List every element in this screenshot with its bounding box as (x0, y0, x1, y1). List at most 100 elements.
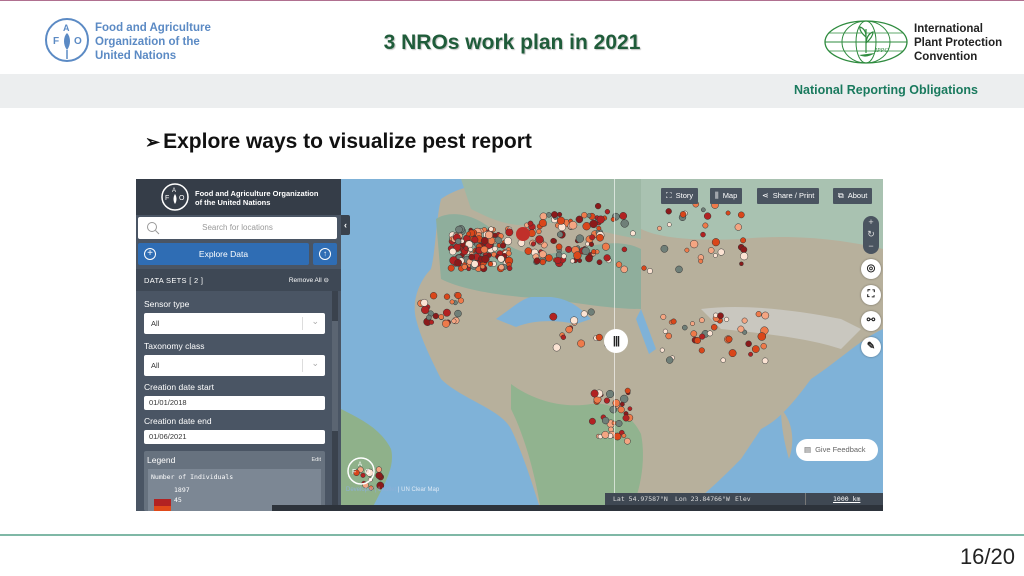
pest-report-marker[interactable] (717, 312, 724, 320)
pest-report-marker[interactable] (420, 298, 429, 307)
swipe-handle[interactable]: ||| (604, 329, 628, 353)
pest-report-marker[interactable] (428, 319, 435, 325)
pest-report-marker[interactable] (657, 225, 662, 231)
zoom-out-button[interactable]: − (863, 240, 879, 252)
pest-report-marker[interactable] (619, 401, 625, 407)
pest-report-marker[interactable] (447, 264, 455, 272)
pest-report-marker[interactable] (666, 356, 674, 364)
pest-report-marker[interactable] (449, 247, 457, 256)
pest-report-marker[interactable] (589, 234, 596, 241)
pest-report-marker[interactable] (748, 351, 754, 357)
pest-report-marker[interactable] (539, 258, 546, 266)
pest-report-marker[interactable] (601, 430, 610, 439)
pest-report-marker[interactable] (717, 248, 725, 256)
attribution-links[interactable]: Developer | Leaflet (346, 487, 396, 493)
pest-report-marker[interactable] (546, 212, 552, 218)
pest-report-marker[interactable] (494, 236, 502, 244)
pest-report-marker[interactable] (565, 325, 573, 334)
pest-report-marker[interactable] (698, 347, 705, 354)
pest-report-marker[interactable] (620, 265, 628, 273)
pest-report-marker[interactable] (745, 340, 752, 348)
pest-report-marker[interactable] (549, 312, 558, 321)
pest-report-marker[interactable] (619, 212, 628, 220)
pest-report-marker[interactable] (492, 245, 498, 252)
explore-data-button[interactable]: + Explore Data (138, 243, 309, 265)
pest-report-marker[interactable] (565, 245, 573, 253)
pest-report-marker[interactable] (503, 237, 513, 246)
pest-report-marker[interactable] (617, 406, 625, 414)
pest-report-marker[interactable] (577, 339, 586, 348)
pest-report-marker[interactable] (620, 219, 629, 228)
pest-report-marker[interactable] (505, 228, 514, 237)
pest-report-marker[interactable] (454, 292, 462, 299)
pest-report-marker[interactable] (570, 316, 579, 325)
pest-report-marker[interactable] (684, 247, 690, 253)
pest-report-marker[interactable] (608, 426, 614, 433)
pest-report-marker[interactable] (570, 258, 575, 264)
pest-report-marker[interactable] (588, 241, 595, 247)
share-print-button[interactable]: ⋖ Share / Print (757, 188, 820, 204)
pest-report-marker[interactable] (468, 253, 476, 261)
pest-report-marker[interactable] (561, 253, 567, 259)
pest-report-marker[interactable] (724, 316, 730, 322)
pest-report-marker[interactable] (665, 208, 672, 215)
pest-report-marker[interactable] (463, 245, 469, 251)
about-button[interactable]: ⧉ About (833, 188, 873, 204)
pest-report-marker[interactable] (601, 416, 610, 425)
draw-button[interactable]: ✎ (861, 337, 881, 357)
fullscreen-button[interactable]: ⛶ (861, 285, 881, 305)
pest-report-marker[interactable] (728, 349, 737, 358)
pest-report-marker[interactable] (580, 310, 588, 318)
pest-report-marker[interactable] (740, 252, 749, 261)
pest-report-marker[interactable] (455, 238, 462, 245)
pest-report-marker[interactable] (585, 254, 593, 263)
pest-report-marker[interactable] (620, 394, 629, 404)
pest-report-marker[interactable] (466, 231, 472, 237)
location-search-input[interactable]: Search for locations (138, 217, 337, 239)
pest-report-marker[interactable] (646, 268, 653, 274)
give-feedback-button[interactable]: ▤ Give Feedback (796, 439, 878, 461)
pest-report-marker-large[interactable] (516, 227, 530, 241)
pest-report-marker[interactable] (700, 231, 706, 238)
locate-button[interactable]: ◎ (861, 259, 881, 279)
sensor-type-select[interactable]: All ⌄ (144, 313, 325, 334)
pest-report-marker[interactable] (530, 241, 536, 247)
pest-report-marker[interactable] (573, 251, 582, 260)
pest-report-marker[interactable] (700, 207, 706, 213)
pest-report-marker[interactable] (449, 299, 455, 305)
pest-report-marker[interactable] (606, 389, 615, 399)
pest-report-marker[interactable] (621, 433, 627, 439)
zoom-reset-button[interactable]: ↻ (863, 228, 879, 240)
pest-report-marker[interactable] (556, 231, 564, 238)
pest-report-marker[interactable] (552, 343, 561, 352)
pest-report-marker[interactable] (442, 319, 450, 328)
pest-report-marker[interactable] (699, 317, 705, 324)
pest-report-marker[interactable] (554, 256, 562, 264)
pest-report-marker[interactable] (488, 226, 494, 232)
pest-report-marker[interactable] (690, 321, 695, 327)
pest-report-marker[interactable] (429, 292, 438, 300)
pest-report-marker[interactable] (665, 332, 672, 340)
pest-report-marker[interactable] (527, 220, 534, 227)
zoom-in-button[interactable]: + (863, 216, 879, 228)
pest-report-marker[interactable] (591, 249, 597, 255)
pest-report-marker[interactable] (761, 311, 770, 320)
pest-report-marker[interactable] (539, 212, 548, 221)
pest-report-marker[interactable] (375, 466, 382, 473)
pest-report-marker[interactable] (761, 357, 769, 365)
pest-report-marker[interactable] (740, 246, 748, 254)
pest-report-marker[interactable] (587, 308, 595, 316)
pest-report-marker[interactable] (557, 211, 563, 218)
pest-report-marker[interactable] (481, 255, 490, 264)
pest-report-marker[interactable] (588, 417, 596, 425)
pest-report-marker[interactable] (713, 253, 718, 258)
pest-report-marker[interactable] (707, 247, 715, 254)
pest-report-marker[interactable] (737, 211, 745, 219)
pest-report-marker[interactable] (575, 215, 584, 224)
pest-report-marker[interactable] (594, 202, 602, 210)
pest-report-marker[interactable] (725, 335, 733, 343)
pest-report-marker[interactable] (621, 246, 628, 253)
pest-report-marker[interactable] (601, 242, 610, 251)
pest-report-marker[interactable] (443, 293, 451, 300)
pest-report-marker[interactable] (484, 230, 494, 239)
